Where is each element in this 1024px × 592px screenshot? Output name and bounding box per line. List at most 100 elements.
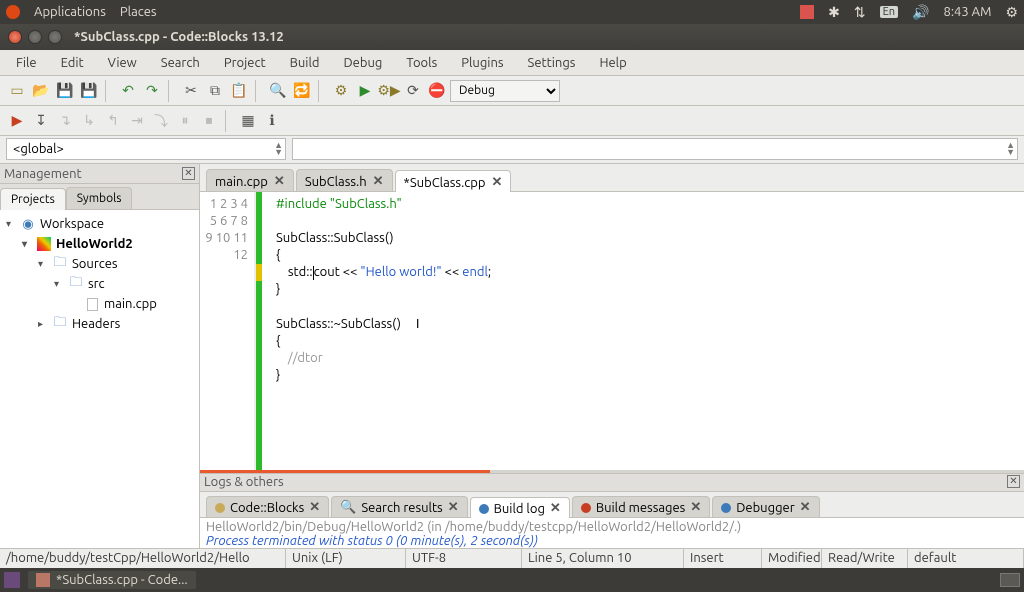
status-profile: default <box>908 549 1024 568</box>
log-tab-search[interactable]: 🔍Search results✕ <box>331 496 467 517</box>
status-bar: /home/buddy/testCpp/HelloWorld2/Hello Un… <box>0 548 1024 568</box>
menu-bar: File Edit View Search Project Build Debu… <box>0 50 1024 76</box>
gear-icon[interactable]: ⚙ <box>1005 4 1018 21</box>
break-icon[interactable]: ⏸ <box>174 110 196 132</box>
clock[interactable]: 8:43 AM <box>944 5 992 19</box>
folder-icon: 🗀 <box>52 257 68 271</box>
tree-sources[interactable]: ▾🗀Sources <box>2 254 197 274</box>
volume-icon[interactable]: 🔊 <box>912 4 929 21</box>
indicator-icon[interactable] <box>800 5 814 19</box>
places-menu[interactable]: Places <box>120 5 157 19</box>
abort-icon[interactable]: ⛔ <box>426 80 448 102</box>
show-desktop-icon[interactable] <box>4 572 20 588</box>
tree-main-cpp[interactable]: main.cpp <box>2 294 197 314</box>
line-gutter: 1 2 3 4 5 6 7 8 9 10 11 12 <box>200 192 256 470</box>
menu-debug[interactable]: Debug <box>333 53 392 73</box>
window-close-button[interactable] <box>8 30 22 44</box>
debug-continue-icon[interactable]: ▶ <box>6 110 28 132</box>
file-icon <box>84 297 100 311</box>
symbol-select[interactable]: ▲▼ <box>292 138 1018 160</box>
menu-help[interactable]: Help <box>589 53 636 73</box>
step-out-icon[interactable]: ↰ <box>102 110 124 132</box>
menu-plugins[interactable]: Plugins <box>451 53 513 73</box>
tree-project[interactable]: ▾HelloWorld2 <box>2 234 197 254</box>
run-icon[interactable]: ▶ <box>354 80 376 102</box>
step-into-icon[interactable]: ↳ <box>78 110 100 132</box>
log-tab-codeblocks[interactable]: Code::Blocks✕ <box>206 496 329 517</box>
tree-headers[interactable]: ▸🗀Headers <box>2 314 197 334</box>
rebuild-icon[interactable]: ⟳ <box>402 80 424 102</box>
close-panel-icon[interactable]: ✕ <box>182 167 195 180</box>
debug-windows-icon[interactable]: ▦ <box>237 110 259 132</box>
menu-build[interactable]: Build <box>280 53 330 73</box>
window-minimize-button[interactable] <box>28 30 42 44</box>
cut-icon[interactable]: ✂ <box>180 80 202 102</box>
keyboard-layout-indicator[interactable]: En <box>880 6 898 18</box>
code-editor[interactable]: 1 2 3 4 5 6 7 8 9 10 11 12 #include "Sub… <box>200 192 1024 470</box>
info-icon[interactable]: ℹ <box>261 110 283 132</box>
run-to-cursor-icon[interactable]: ↧ <box>30 110 52 132</box>
build-run-icon[interactable]: ⚙▶ <box>378 80 400 102</box>
build-icon[interactable]: ⚙ <box>330 80 352 102</box>
log-tab-build-log[interactable]: Build log✕ <box>470 497 570 518</box>
log-tab-build-messages[interactable]: Build messages✕ <box>572 496 710 517</box>
open-file-icon[interactable]: 📂 <box>30 80 52 102</box>
close-tab-icon[interactable]: ✕ <box>800 500 811 515</box>
bluetooth-icon[interactable]: ✱ <box>828 4 840 21</box>
close-tab-icon[interactable]: ✕ <box>550 501 561 516</box>
search-icon: 🔍 <box>340 500 356 515</box>
network-icon[interactable]: ⇅ <box>854 4 866 21</box>
redo-icon[interactable]: ↷ <box>141 80 163 102</box>
close-tab-icon[interactable]: ✕ <box>448 500 459 515</box>
save-icon[interactable]: 💾 <box>54 80 76 102</box>
workspace-switcher-icon[interactable] <box>1000 573 1020 587</box>
tab-projects[interactable]: Projects <box>0 188 66 210</box>
tab-symbols[interactable]: Symbols <box>66 187 133 209</box>
close-tab-icon[interactable]: ✕ <box>492 175 503 190</box>
close-tab-icon[interactable]: ✕ <box>274 174 285 189</box>
scope-select[interactable]: <global>▲▼ <box>6 138 286 160</box>
menu-view[interactable]: View <box>98 53 147 73</box>
menu-project[interactable]: Project <box>214 53 276 73</box>
paste-icon[interactable]: 📋 <box>228 80 250 102</box>
log-tab-debugger[interactable]: Debugger✕ <box>712 496 819 517</box>
editor-tab-main[interactable]: main.cpp✕ <box>206 169 294 191</box>
copy-icon[interactable]: ⧉ <box>204 80 226 102</box>
taskbar-item-codeblocks[interactable]: *SubClass.cpp - Code... <box>28 571 196 589</box>
close-tab-icon[interactable]: ✕ <box>373 174 384 189</box>
app-icon <box>36 573 50 587</box>
window-title: *SubClass.cpp - Code::Blocks 13.12 <box>74 30 284 44</box>
replace-icon[interactable]: 🔁 <box>291 80 313 102</box>
close-tab-icon[interactable]: ✕ <box>309 500 320 515</box>
status-path: /home/buddy/testCpp/HelloWorld2/Hello <box>0 549 286 568</box>
close-tab-icon[interactable]: ✕ <box>690 500 701 515</box>
new-file-icon[interactable]: ▭ <box>6 80 28 102</box>
next-instr-icon[interactable]: ⇥ <box>126 110 148 132</box>
menu-tools[interactable]: Tools <box>396 53 447 73</box>
log-icon <box>479 504 489 514</box>
next-line-icon[interactable]: ↴ <box>54 110 76 132</box>
menu-edit[interactable]: Edit <box>51 53 94 73</box>
build-target-select[interactable]: Debug <box>450 80 560 102</box>
management-panel-title: Management <box>4 167 82 181</box>
save-all-icon[interactable]: 💾 <box>78 80 100 102</box>
editor-tab-subclass-cpp[interactable]: *SubClass.cpp✕ <box>395 170 512 192</box>
modified-line-marker <box>256 264 262 281</box>
step-instr-icon[interactable]: ⤵ <box>150 110 172 132</box>
close-logs-icon[interactable]: ✕ <box>1007 475 1020 488</box>
window-maximize-button[interactable] <box>48 30 62 44</box>
tree-workspace[interactable]: ▾◉Workspace <box>2 214 197 234</box>
menu-settings[interactable]: Settings <box>518 53 586 73</box>
undo-icon[interactable]: ↶ <box>117 80 139 102</box>
menu-file[interactable]: File <box>6 53 47 73</box>
applications-menu[interactable]: Applications <box>34 5 106 19</box>
editor-tab-subclass-h[interactable]: SubClass.h✕ <box>296 169 393 191</box>
build-log-output[interactable]: HelloWorld2/bin/Debug/HelloWorld2 (in /h… <box>200 518 1024 548</box>
tree-src[interactable]: ▾🗀src <box>2 274 197 294</box>
status-eol: Unix (LF) <box>286 549 406 568</box>
ubuntu-logo-icon <box>6 5 20 19</box>
find-icon[interactable]: 🔍 <box>267 80 289 102</box>
menu-search[interactable]: Search <box>151 53 210 73</box>
stop-debug-icon[interactable]: ⏹ <box>198 110 220 132</box>
log-icon <box>721 503 731 513</box>
